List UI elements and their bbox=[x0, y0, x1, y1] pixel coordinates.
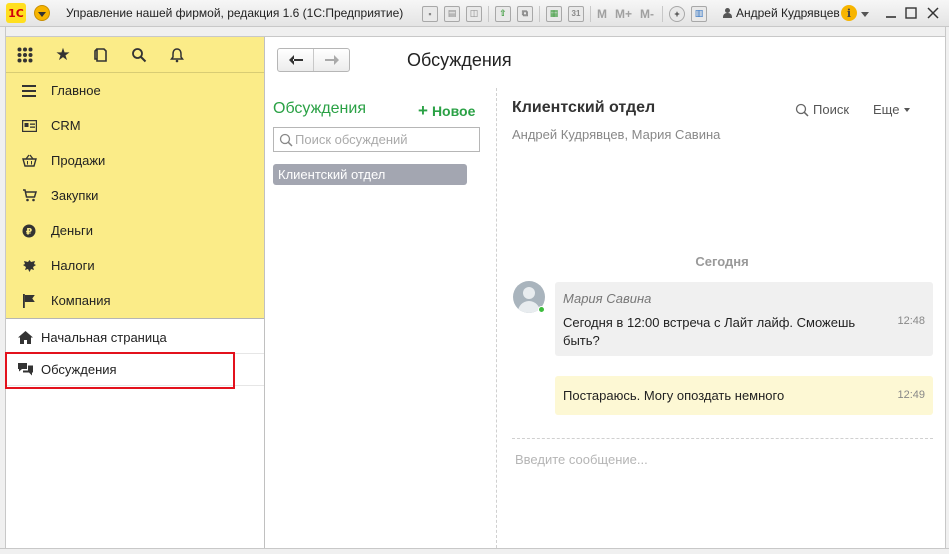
list-divider bbox=[496, 88, 497, 548]
memory-minus-button[interactable]: M- bbox=[640, 6, 654, 22]
title-toolbar: ▪ ▤ ◫ ⇧ ⧉ ▦ 31 M M+ M- + ▥ bbox=[422, 4, 713, 23]
section-label: Главное bbox=[51, 83, 101, 98]
window-frame-bottom bbox=[0, 548, 949, 554]
window-frame-right bbox=[945, 27, 949, 548]
main-menu-button[interactable] bbox=[34, 5, 50, 21]
highlight-frame bbox=[5, 352, 235, 389]
memory-button[interactable]: M bbox=[597, 6, 607, 22]
save-icon[interactable]: ▪ bbox=[422, 5, 438, 22]
discussion-list-item[interactable]: Клиентский отдел bbox=[273, 164, 467, 185]
discussions-list-title: Обсуждения bbox=[273, 100, 366, 117]
contact-card-icon bbox=[21, 118, 37, 134]
minimize-icon[interactable] bbox=[883, 5, 899, 21]
section-crm[interactable]: CRM bbox=[6, 108, 264, 143]
toolbar-separator bbox=[539, 5, 540, 22]
section-purchases[interactable]: Закупки bbox=[6, 178, 264, 213]
preview-icon[interactable]: ◫ bbox=[466, 5, 482, 22]
toolbar-separator bbox=[662, 5, 664, 22]
online-status-icon bbox=[538, 306, 545, 313]
plus-icon: + bbox=[418, 101, 428, 120]
conversation-search-label: Поиск bbox=[813, 102, 850, 117]
history-navigation bbox=[277, 48, 350, 72]
history-icon[interactable] bbox=[82, 37, 120, 73]
message-time: 12:49 bbox=[897, 389, 925, 401]
section-label: Налоги bbox=[51, 258, 95, 273]
section-money[interactable]: ₽ Деньги bbox=[6, 213, 264, 248]
section-main[interactable]: Главное bbox=[6, 73, 264, 108]
section-label: Компания bbox=[51, 293, 111, 308]
section-company[interactable]: Компания bbox=[6, 283, 264, 318]
favorites-icon[interactable]: ★ bbox=[44, 37, 82, 73]
current-user[interactable]: Андрей Кудрявцев bbox=[723, 6, 840, 20]
forward-button[interactable] bbox=[313, 49, 349, 71]
sections-panel: Главное CRM Продажи Закупки ₽ Деньги Нал… bbox=[6, 73, 264, 319]
new-discussion-label: Новое bbox=[431, 103, 476, 119]
link-icon[interactable]: ⧉ bbox=[517, 5, 533, 22]
user-icon bbox=[723, 8, 732, 18]
memory-plus-button[interactable]: M+ bbox=[615, 6, 632, 22]
day-separator: Сегодня bbox=[695, 254, 749, 269]
panels-icon[interactable]: ▥ bbox=[691, 5, 708, 22]
home-page-label: Начальная страница bbox=[41, 330, 167, 345]
more-menu-label: Еще bbox=[873, 102, 900, 117]
message-text: Постараюсь. Могу опоздать немного bbox=[563, 388, 785, 403]
user-name: Андрей Кудрявцев bbox=[736, 6, 840, 20]
toolbar-separator bbox=[488, 5, 489, 22]
maximize-icon[interactable] bbox=[903, 5, 919, 21]
home-page-item[interactable]: Начальная страница bbox=[6, 321, 264, 354]
discussion-search[interactable] bbox=[273, 127, 480, 152]
conversation-search-button[interactable]: Поиск bbox=[795, 102, 849, 117]
message-bubble: Мария Савина Сегодня в 12:00 встреча с Л… bbox=[555, 282, 933, 356]
svg-text:₽: ₽ bbox=[26, 227, 32, 237]
cart-icon bbox=[21, 188, 37, 204]
sidebar-toolbar: ★ bbox=[6, 37, 264, 73]
eagle-icon bbox=[21, 258, 37, 274]
section-label: Деньги bbox=[51, 223, 93, 238]
notifications-bell-icon[interactable] bbox=[158, 37, 196, 73]
calendar-icon[interactable]: 31 bbox=[568, 5, 584, 22]
discussion-search-input[interactable] bbox=[295, 132, 475, 147]
home-icon bbox=[17, 330, 33, 346]
section-label: CRM bbox=[51, 118, 81, 133]
conversation-members: Андрей Кудрявцев, Мария Савина bbox=[512, 127, 721, 142]
own-message-bubble: Постараюсь. Могу опоздать немного 12:49 bbox=[555, 376, 933, 415]
message-input[interactable] bbox=[512, 448, 933, 470]
section-label: Закупки bbox=[51, 188, 99, 203]
info-icon[interactable]: i bbox=[841, 5, 857, 21]
search-icon bbox=[279, 133, 293, 147]
calculator-icon[interactable]: ▦ bbox=[546, 5, 562, 22]
message-time: 12:48 bbox=[897, 315, 925, 327]
info-dropdown-icon[interactable] bbox=[861, 12, 869, 17]
all-functions-icon[interactable] bbox=[6, 37, 44, 73]
print-icon[interactable]: ▤ bbox=[444, 5, 460, 22]
window-title: Управление нашей фирмой, редакция 1.6 (1… bbox=[66, 6, 404, 20]
message-author[interactable]: Мария Савина bbox=[563, 291, 651, 306]
close-icon[interactable] bbox=[925, 5, 941, 21]
back-button[interactable] bbox=[278, 49, 313, 71]
app-logo-icon[interactable]: 1С bbox=[6, 3, 26, 23]
list-icon bbox=[21, 83, 37, 99]
window-frame-top bbox=[0, 27, 949, 37]
basket-icon bbox=[21, 153, 37, 169]
new-discussion-button[interactable]: + Новое bbox=[418, 101, 475, 121]
search-icon bbox=[795, 103, 809, 117]
sidebar-divider bbox=[264, 37, 265, 548]
toolbar-separator bbox=[590, 5, 591, 22]
section-label: Продажи bbox=[51, 153, 106, 168]
ruble-icon: ₽ bbox=[21, 223, 37, 239]
section-sales[interactable]: Продажи bbox=[6, 143, 264, 178]
input-divider bbox=[512, 438, 933, 439]
flag-icon bbox=[21, 293, 37, 309]
zoom-icon[interactable]: + bbox=[669, 5, 686, 22]
search-icon[interactable] bbox=[120, 37, 158, 73]
upload-icon[interactable]: ⇧ bbox=[495, 5, 511, 22]
section-taxes[interactable]: Налоги bbox=[6, 248, 264, 283]
message-text: Сегодня в 12:00 встреча с Лайт лайф. Смо… bbox=[563, 315, 856, 348]
page-title: Обсуждения bbox=[407, 50, 512, 70]
more-menu-button[interactable]: Еще bbox=[873, 102, 910, 117]
conversation-title: Клиентский отдел bbox=[512, 99, 656, 116]
